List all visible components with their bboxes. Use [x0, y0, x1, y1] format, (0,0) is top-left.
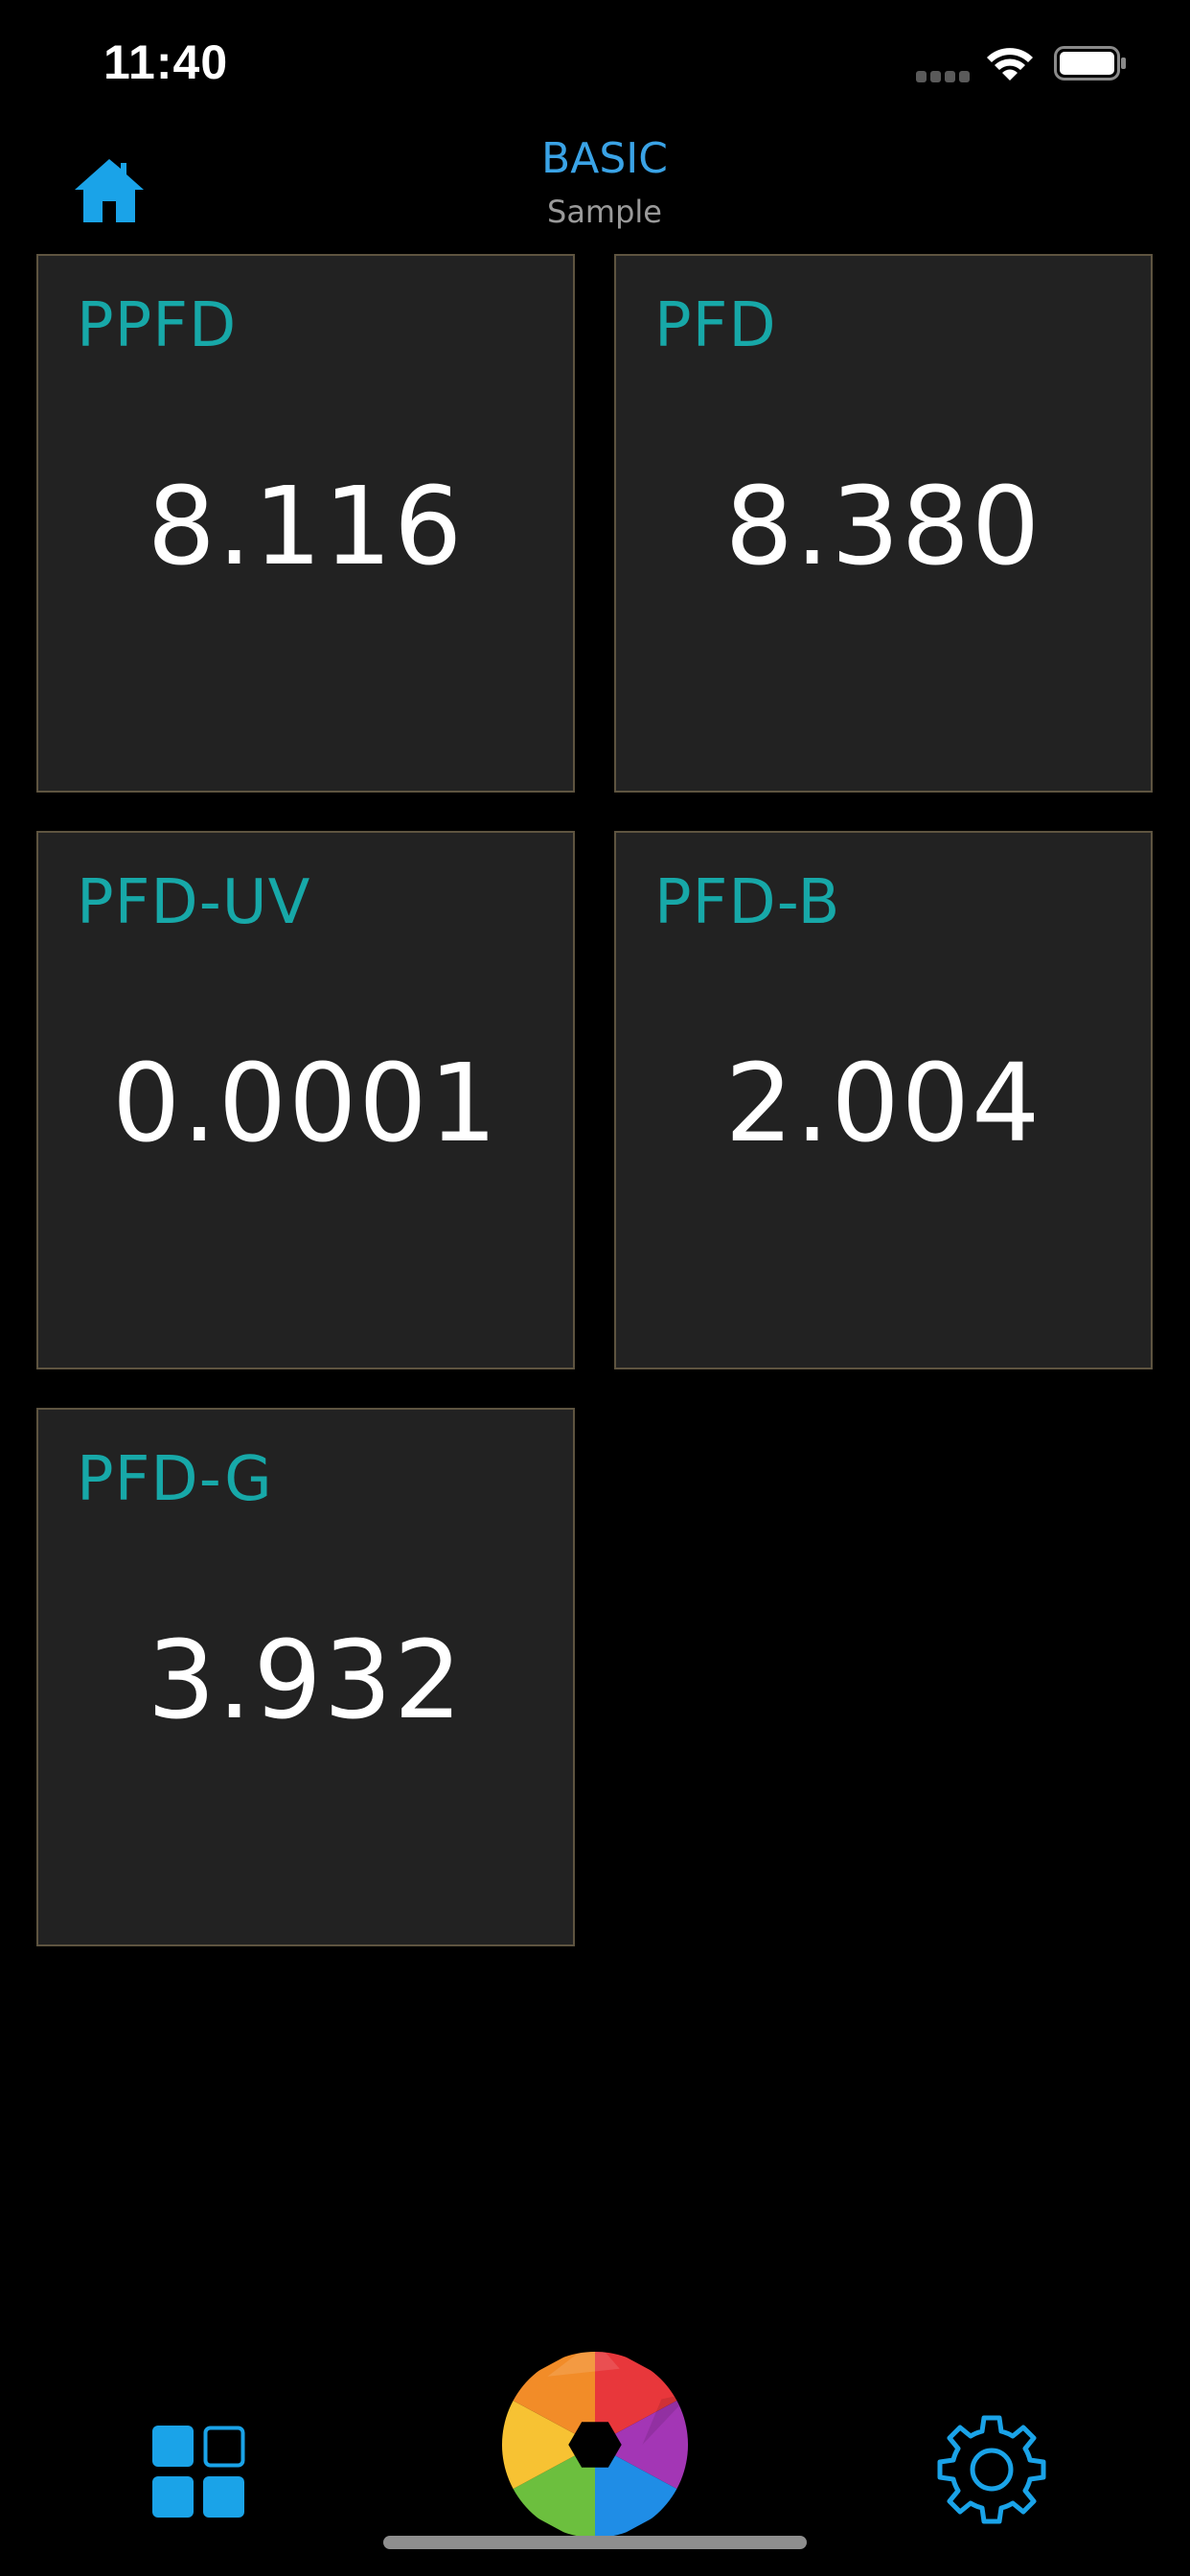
page-title: BASIC [541, 134, 668, 183]
tile-label: PFD-UV [77, 867, 311, 938]
tile-label: PFD [654, 290, 777, 361]
tile-pfd-g[interactable]: PFD-G 3.932 [36, 1408, 575, 1946]
cellular-signal-icon [916, 71, 970, 82]
gear-icon[interactable] [937, 2415, 1046, 2524]
wifi-icon [987, 48, 1033, 80]
tile-value: 2.004 [724, 1042, 1042, 1166]
tile-label: PFD-B [654, 867, 841, 938]
tile-pfd[interactable]: PFD 8.380 [614, 254, 1153, 793]
status-time: 11:40 [103, 35, 229, 89]
tile-pfd-b[interactable]: PFD-B 2.004 [614, 831, 1153, 1369]
tile-ppfd[interactable]: PPFD 8.116 [36, 254, 575, 793]
tile-value: 8.380 [724, 465, 1042, 589]
status-bar: 11:40 [0, 0, 1190, 125]
aperture-icon[interactable] [500, 2350, 690, 2540]
battery-icon [1054, 46, 1126, 80]
tile-pfd-uv[interactable]: PFD-UV 0.0001 [36, 831, 575, 1369]
tile-value: 0.0001 [112, 1042, 499, 1166]
tile-label: PPFD [77, 290, 238, 361]
tile-value: 8.116 [147, 465, 465, 589]
tile-label: PFD-G [77, 1444, 273, 1515]
home-indicator[interactable] [383, 2536, 807, 2549]
grid-icon[interactable] [151, 2425, 245, 2518]
page-subtitle: Sample [547, 194, 662, 230]
tile-value: 3.932 [147, 1619, 465, 1743]
